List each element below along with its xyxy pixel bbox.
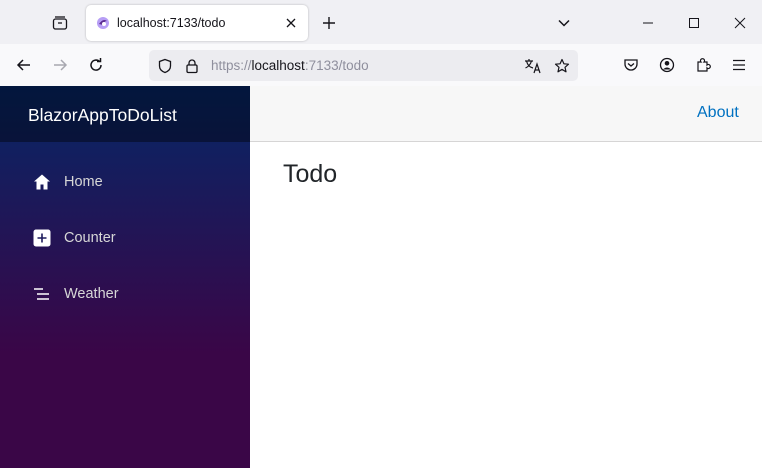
hamburger-icon[interactable] bbox=[727, 53, 751, 77]
nav-label-home: Home bbox=[64, 174, 103, 190]
plus-icon[interactable] bbox=[318, 12, 340, 34]
back-arrow-icon[interactable] bbox=[12, 53, 36, 77]
minimize-icon[interactable] bbox=[637, 12, 659, 34]
nav-label-weather: Weather bbox=[64, 286, 119, 302]
sidebar: BlazorAppToDoList Home Counter Weather bbox=[0, 86, 250, 468]
page-title: Todo bbox=[283, 160, 338, 188]
nav-item-weather[interactable]: Weather bbox=[20, 274, 230, 314]
url-host: localhost bbox=[251, 58, 305, 73]
chevron-down-icon[interactable] bbox=[553, 12, 575, 34]
address-bar[interactable]: https://localhost:7133/todo bbox=[149, 50, 578, 81]
nav-item-home[interactable]: Home bbox=[20, 162, 230, 202]
star-icon[interactable] bbox=[552, 56, 572, 76]
brand-bar: BlazorAppToDoList bbox=[0, 86, 250, 142]
shield-icon[interactable] bbox=[155, 56, 175, 76]
puzzle-icon[interactable] bbox=[691, 53, 715, 77]
top-row: About bbox=[250, 86, 762, 142]
close-tab-icon[interactable] bbox=[282, 14, 300, 32]
pocket-icon[interactable] bbox=[619, 53, 643, 77]
browser-tab[interactable]: localhost:7133/todo bbox=[86, 5, 308, 41]
url-path: :7133/todo bbox=[304, 58, 369, 73]
navigation-toolbar: https://localhost:7133/todo bbox=[0, 44, 762, 86]
url-scheme: https:// bbox=[211, 58, 252, 73]
nav-item-counter[interactable]: Counter bbox=[20, 218, 230, 258]
tab-list-icon[interactable] bbox=[46, 10, 74, 36]
app-brand[interactable]: BlazorAppToDoList bbox=[28, 105, 177, 126]
page-viewport: BlazorAppToDoList Home Counter Weather A… bbox=[0, 86, 762, 468]
plus-square-icon bbox=[32, 228, 52, 248]
close-window-icon[interactable] bbox=[729, 12, 751, 34]
reload-icon[interactable] bbox=[84, 53, 108, 77]
lock-icon[interactable] bbox=[182, 56, 202, 76]
url-text[interactable]: https://localhost:7133/todo bbox=[211, 58, 369, 73]
about-link[interactable]: About bbox=[697, 104, 739, 122]
forward-arrow-icon[interactable] bbox=[48, 53, 72, 77]
account-icon[interactable] bbox=[655, 53, 679, 77]
list-icon bbox=[32, 284, 52, 304]
house-icon bbox=[32, 172, 52, 192]
tab-strip: localhost:7133/todo bbox=[0, 0, 762, 44]
blazor-favicon bbox=[96, 16, 110, 30]
maximize-icon[interactable] bbox=[683, 12, 705, 34]
translate-icon[interactable] bbox=[523, 56, 543, 76]
tab-title: localhost:7133/todo bbox=[117, 16, 226, 30]
nav-label-counter: Counter bbox=[64, 230, 116, 246]
